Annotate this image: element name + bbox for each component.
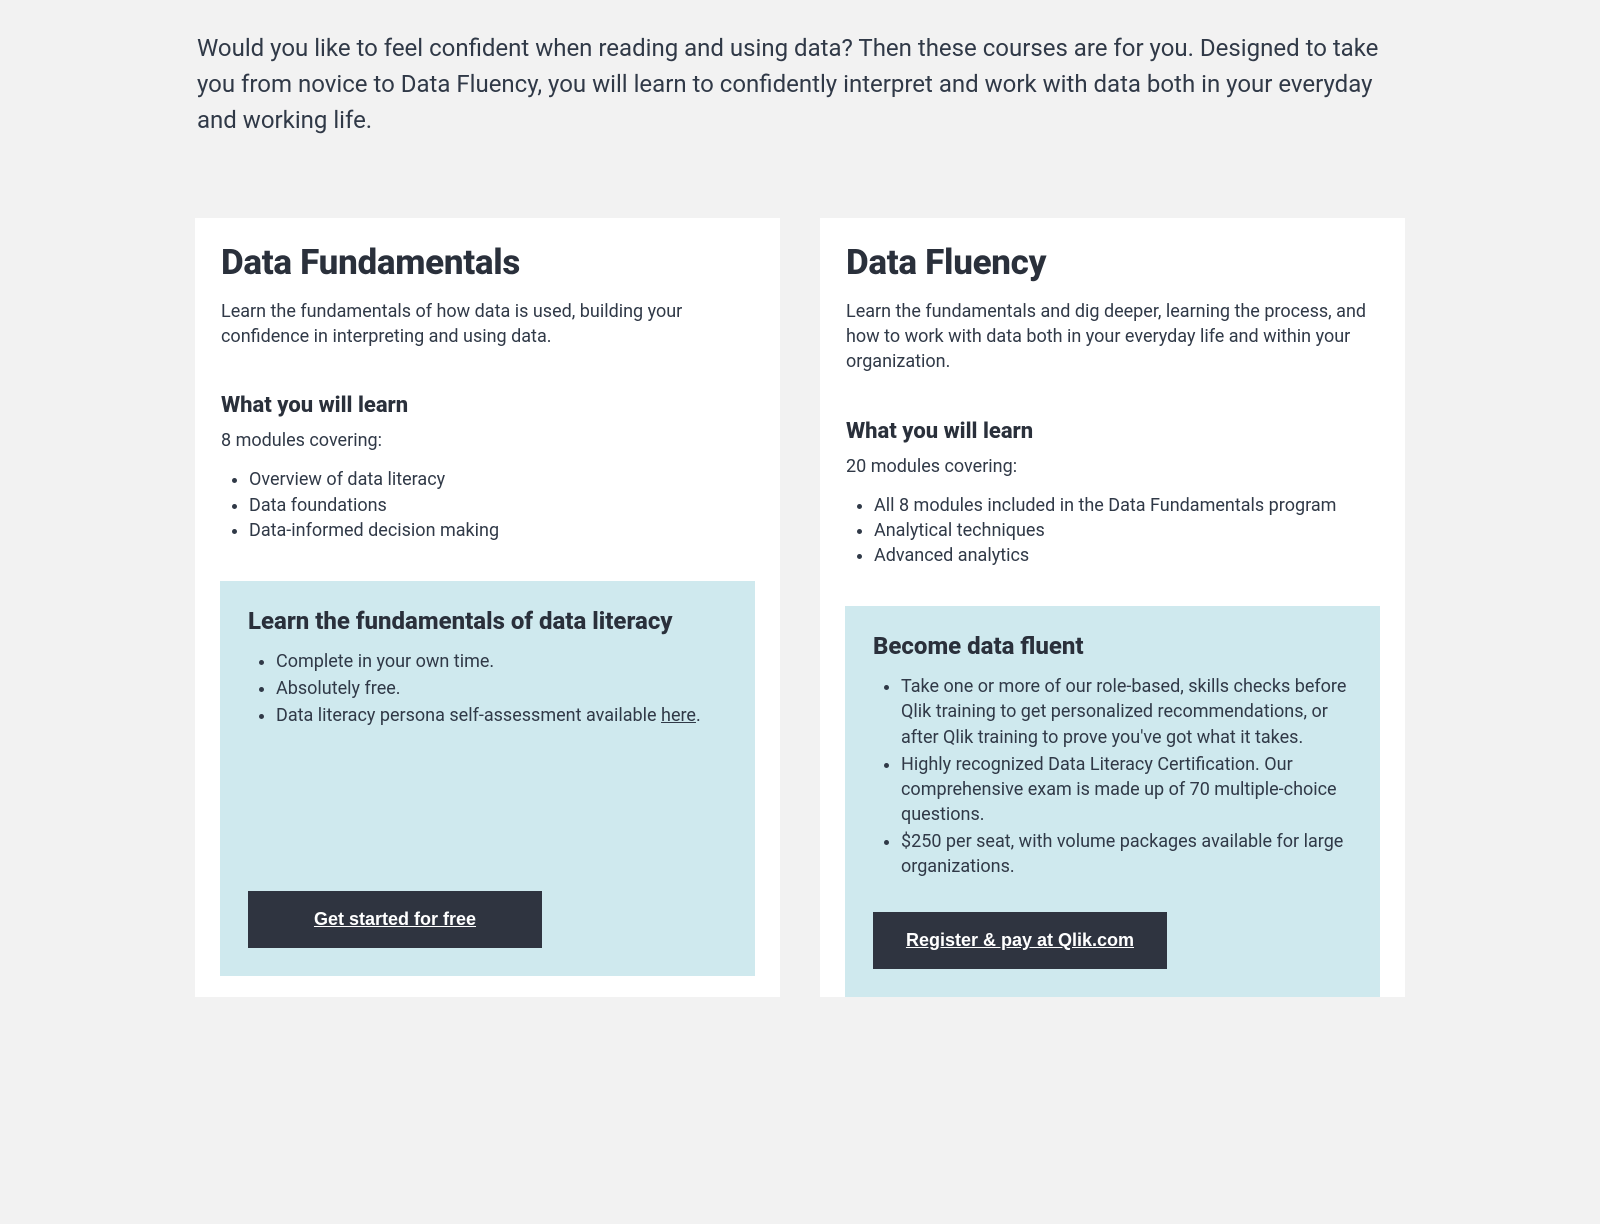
modules-count: 20 modules covering: — [846, 456, 1379, 477]
list-item: Overview of data literacy — [249, 467, 754, 492]
list-item: Take one or more of our role-based, skil… — [901, 674, 1352, 750]
list-item: Advanced analytics — [874, 543, 1379, 568]
intro-paragraph: Would you like to feel confident when re… — [195, 30, 1405, 138]
modules-count: 8 modules covering: — [221, 430, 754, 451]
list-item: Data foundations — [249, 493, 754, 518]
modules-list: Overview of data literacy Data foundatio… — [221, 467, 754, 543]
register-button[interactable]: Register & pay at Qlik.com — [873, 912, 1167, 969]
card-description: Learn the fundamentals of how data is us… — [221, 299, 754, 349]
card-title: Data Fluency — [846, 242, 1379, 283]
list-item: Analytical techniques — [874, 518, 1379, 543]
course-cards: Data Fundamentals Learn the fundamentals… — [195, 218, 1405, 997]
list-item: Highly recognized Data Literacy Certific… — [901, 752, 1352, 828]
card-description: Learn the fundamentals and dig deeper, l… — [846, 299, 1379, 375]
learn-heading: What you will learn — [846, 419, 1379, 444]
list-item: Absolutely free. — [276, 676, 727, 701]
callout-title: Become data fluent — [873, 632, 1352, 660]
item-suffix: . — [696, 705, 701, 726]
callout-list: Complete in your own time. Absolutely fr… — [248, 649, 727, 731]
list-item: Data literacy persona self-assessment av… — [276, 703, 727, 728]
list-item: Data-informed decision making — [249, 518, 754, 543]
callout-list: Take one or more of our role-based, skil… — [873, 674, 1352, 882]
list-item: $250 per seat, with volume packages avai… — [901, 829, 1352, 879]
card-title: Data Fundamentals — [221, 242, 754, 283]
card-data-fluency: Data Fluency Learn the fundamentals and … — [820, 218, 1405, 997]
here-link[interactable]: here — [661, 705, 696, 726]
card-data-fundamentals: Data Fundamentals Learn the fundamentals… — [195, 218, 780, 997]
callout-box: Become data fluent Take one or more of o… — [845, 606, 1380, 997]
learn-heading: What you will learn — [221, 393, 754, 418]
callout-box: Learn the fundamentals of data literacy … — [220, 581, 755, 976]
modules-list: All 8 modules included in the Data Funda… — [846, 493, 1379, 569]
list-item: All 8 modules included in the Data Funda… — [874, 493, 1379, 518]
get-started-button[interactable]: Get started for free — [248, 891, 542, 948]
item-text: Data literacy persona self-assessment av… — [276, 705, 661, 726]
list-item: Complete in your own time. — [276, 649, 727, 674]
callout-title: Learn the fundamentals of data literacy — [248, 607, 727, 635]
